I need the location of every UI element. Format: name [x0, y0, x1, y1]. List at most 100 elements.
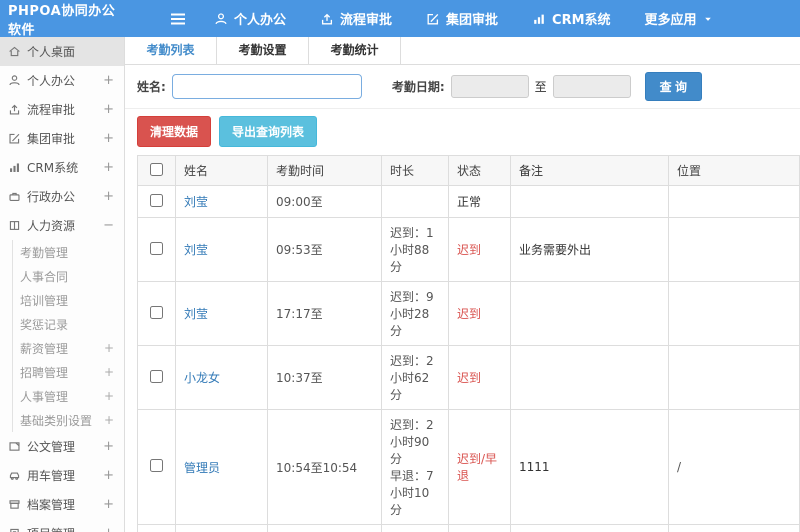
expand-icon: + — [103, 160, 114, 175]
attendance-time: 09:00至 — [267, 185, 382, 218]
col-duration: 时长 — [381, 155, 449, 186]
row-checkbox[interactable] — [150, 193, 163, 207]
col-attendance-time: 考勤时间 — [267, 155, 382, 186]
row-checkbox[interactable] — [150, 369, 163, 383]
note: 1111 — [510, 409, 669, 525]
status: 迟到 — [448, 281, 511, 346]
note — [510, 524, 669, 532]
col-note: 备注 — [510, 155, 669, 186]
hamburger-menu-icon[interactable] — [170, 12, 186, 26]
duration — [381, 185, 449, 218]
main-content: 考勤列表 考勤设置 考勤统计 姓名: 考勤日期: 至 查 询 清理数据 导出查询… — [125, 37, 800, 532]
sidebar-subitem-reward-punishment[interactable]: 奖惩记录 — [13, 312, 124, 336]
nav-label: 更多应用 — [644, 13, 697, 28]
book-icon — [8, 219, 21, 232]
car-icon — [8, 469, 21, 482]
note — [510, 185, 669, 218]
nav-label: 流程审批 — [340, 13, 393, 28]
row-checkbox[interactable] — [150, 459, 163, 472]
duration: 迟到：1小时88分 — [381, 217, 449, 282]
sidebar-item-crm-system[interactable]: CRM系统 + — [0, 153, 124, 182]
status: 迟到 — [448, 524, 511, 532]
expand-icon: + — [103, 413, 114, 427]
attendance-time: 10:54至10:54 — [267, 409, 382, 525]
sidebar-subitem-base-category-settings[interactable]: 基础类别设置 + — [13, 408, 124, 432]
note — [510, 345, 669, 410]
table-row: 小龙女 10:37至 迟到：2小时62分 迟到 — [137, 345, 800, 410]
search-button[interactable]: 查 询 — [644, 72, 702, 101]
table-row: 管理员 10:54至10:54 迟到：2小时90分 早退：7小时10分 迟到/早… — [137, 409, 800, 525]
date-from-input[interactable] — [450, 75, 529, 98]
duration: 迟到：56分 — [381, 524, 449, 532]
nav-workflow-approval[interactable]: 流程审批 — [320, 9, 392, 28]
document-icon — [8, 440, 21, 453]
duration: 迟到：9小时28分 — [381, 281, 449, 346]
sidebar-subitem-hr-contract[interactable]: 人事合同 — [13, 264, 124, 288]
location — [668, 185, 800, 218]
share-icon — [320, 12, 334, 26]
table-header-row: 姓名 考勤时间 时长 状态 备注 位置 — [137, 155, 800, 186]
sidebar-item-personal-desktop[interactable]: 个人桌面 — [0, 37, 124, 66]
sidebar-item-archive-management[interactable]: 档案管理 + — [0, 490, 124, 519]
location — [668, 217, 800, 282]
location — [668, 281, 800, 346]
edit-icon — [8, 132, 21, 145]
status: 迟到 — [448, 345, 511, 410]
export-list-button[interactable]: 导出查询列表 — [219, 116, 318, 147]
edit-icon — [426, 12, 440, 26]
sidebar-item-admin-office[interactable]: 行政办公 + — [0, 182, 124, 211]
app-window: PHPOA协同办公软件 个人办公 流程审批 集团审批 CRM系统 更多应用 个人… — [0, 0, 800, 532]
expand-icon: + — [103, 189, 114, 204]
hr-submenu: 考勤管理 人事合同 培训管理 奖惩记录 薪资管理 + 招聘管理 + 人事管理 +… — [12, 240, 124, 432]
name-input[interactable] — [171, 74, 362, 99]
tab-attendance-statistics[interactable]: 考勤统计 — [309, 37, 401, 64]
row-checkbox[interactable] — [150, 241, 163, 255]
nav-personal-office[interactable]: 个人办公 — [214, 9, 286, 28]
tab-attendance-list[interactable]: 考勤列表 — [125, 37, 217, 64]
sidebar-item-workflow-approval[interactable]: 流程审批 + — [0, 95, 124, 124]
employee-name-link[interactable]: 管理员 — [184, 461, 220, 475]
sidebar-subitem-attendance-management[interactable]: 考勤管理 — [13, 240, 124, 264]
note — [510, 281, 669, 346]
user-icon — [214, 12, 228, 26]
sidebar-subitem-recruitment-management[interactable]: 招聘管理 + — [13, 360, 124, 384]
expand-icon: + — [103, 468, 114, 483]
bar-chart-icon — [8, 161, 21, 174]
employee-name-link[interactable]: 刘莹 — [184, 307, 208, 321]
employee-name-link[interactable]: 刘莹 — [184, 195, 208, 209]
action-buttons: 清理数据 导出查询列表 — [125, 109, 800, 155]
attendance-time: 09:53至 — [267, 217, 382, 282]
filter-form: 姓名: 考勤日期: 至 查 询 — [125, 65, 800, 109]
tab-bar: 考勤列表 考勤设置 考勤统计 — [125, 37, 800, 65]
app-logo[interactable]: PHPOA协同办公软件 — [0, 0, 125, 38]
sidebar-item-vehicle-management[interactable]: 用车管理 + — [0, 461, 124, 490]
tab-attendance-settings[interactable]: 考勤设置 — [217, 37, 309, 64]
expand-icon: + — [103, 365, 114, 379]
sidebar-item-group-approval[interactable]: 集团审批 + — [0, 124, 124, 153]
nav-label: CRM系统 — [552, 13, 611, 28]
employee-name-link[interactable]: 刘莹 — [184, 243, 208, 257]
row-checkbox[interactable] — [150, 305, 163, 319]
date-to-input[interactable] — [552, 75, 631, 98]
nav-crm-system[interactable]: CRM系统 — [532, 9, 611, 28]
attendance-table: 姓名 考勤时间 时长 状态 备注 位置 刘莹 09:00至 正常 刘莹 09:5… — [137, 155, 800, 532]
sidebar-subitem-salary-management[interactable]: 薪资管理 + — [13, 336, 124, 360]
to-label: 至 — [534, 80, 547, 94]
select-all-checkbox[interactable] — [150, 162, 163, 176]
location — [668, 524, 800, 532]
briefcase-icon — [8, 190, 21, 203]
nav-group-approval[interactable]: 集团审批 — [426, 9, 498, 28]
name-label: 姓名: — [137, 80, 166, 94]
expand-icon: + — [103, 73, 114, 88]
nav-more-apps[interactable]: 更多应用 — [645, 9, 713, 28]
sidebar-item-human-resources[interactable]: 人力资源 − — [0, 211, 124, 240]
expand-icon: + — [103, 497, 114, 512]
sidebar-subitem-personnel-management[interactable]: 人事管理 + — [13, 384, 124, 408]
sidebar-item-project-management[interactable]: 项目管理 + — [0, 519, 124, 532]
sidebar-subitem-training-management[interactable]: 培训管理 — [13, 288, 124, 312]
clear-data-button[interactable]: 清理数据 — [137, 116, 212, 147]
expand-icon: + — [103, 131, 114, 146]
sidebar-item-document-management[interactable]: 公文管理 + — [0, 432, 124, 461]
employee-name-link[interactable]: 小龙女 — [184, 371, 220, 385]
sidebar-item-personal-office[interactable]: 个人办公 + — [0, 66, 124, 95]
